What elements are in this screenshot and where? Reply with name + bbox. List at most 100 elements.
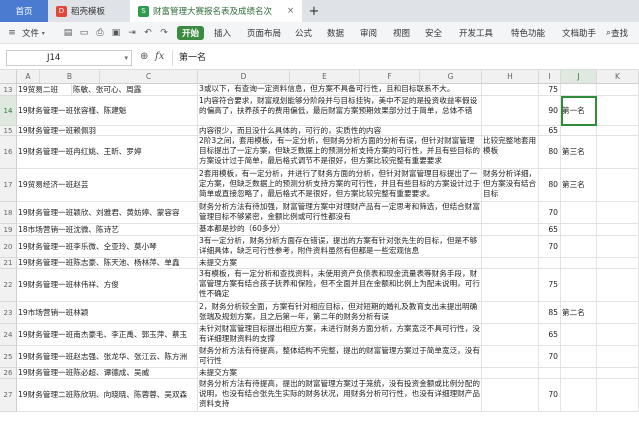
- score-cell[interactable]: 70: [539, 346, 561, 368]
- menu-doc-assist[interactable]: 文档助手: [562, 22, 596, 44]
- empty-cell[interactable]: [597, 379, 639, 412]
- menu-review[interactable]: 审阅: [360, 22, 377, 44]
- preview-icon[interactable]: ▣: [110, 27, 122, 39]
- menu-data[interactable]: 数据: [327, 22, 344, 44]
- column-header-g[interactable]: G: [420, 70, 482, 84]
- function-icon[interactable]: fx: [155, 51, 164, 62]
- row-header[interactable]: 14: [0, 96, 17, 126]
- column-header-k[interactable]: K: [597, 70, 639, 84]
- note-cell[interactable]: [482, 379, 539, 412]
- score-cell[interactable]: 75: [539, 269, 561, 302]
- empty-cell[interactable]: [597, 136, 639, 169]
- row-header[interactable]: 24: [0, 324, 17, 346]
- score-cell[interactable]: 75: [539, 84, 561, 96]
- team-cell[interactable]: 19财务管理一班冉红姚、王昕、罗婷: [17, 136, 198, 169]
- rank-cell[interactable]: [561, 258, 597, 269]
- note-cell[interactable]: 比较完整地套用模板: [482, 136, 539, 169]
- menu-view[interactable]: 视图: [393, 22, 410, 44]
- column-header-i[interactable]: I: [539, 70, 561, 84]
- menu-formula[interactable]: 公式: [295, 22, 312, 44]
- team-cell[interactable]: 19财务管理一班赵志强、张龙华、张江云、陈方洲: [17, 346, 198, 368]
- team-cell[interactable]: 19财务管理一班南杰豪毛、李正禹、郭玉萍、蔡玉: [17, 324, 198, 346]
- comment-cell[interactable]: 未针对财富管理目标提出相应方案，未进行财务方面分析，方案宽泛不具可行性，没有详细…: [198, 324, 482, 346]
- folder-icon[interactable]: ▭: [78, 27, 90, 39]
- row-header[interactable]: 15: [0, 126, 17, 136]
- rank-cell[interactable]: 第三名: [561, 169, 597, 202]
- note-cell[interactable]: [482, 368, 539, 379]
- column-header-e[interactable]: E: [290, 70, 360, 84]
- rank-cell[interactable]: [561, 126, 597, 136]
- empty-cell[interactable]: [597, 269, 639, 302]
- rank-cell[interactable]: [561, 224, 597, 236]
- note-cell[interactable]: [482, 302, 539, 324]
- export-icon[interactable]: ⇥: [126, 27, 138, 39]
- new-tab-button[interactable]: +: [306, 0, 322, 22]
- team-cell[interactable]: 19财务管理一班李乐微、仝亚玲、莫小琴: [17, 236, 198, 258]
- rank-cell[interactable]: [561, 84, 597, 96]
- comment-cell[interactable]: 2，财务分析较全面，方案有针对相应目标，但对短期的婚礼及教育支出未提出明确张瑞及…: [198, 302, 482, 324]
- empty-cell[interactable]: [597, 96, 639, 126]
- note-cell[interactable]: [482, 346, 539, 368]
- note-cell[interactable]: [482, 258, 539, 269]
- note-cell[interactable]: [482, 269, 539, 302]
- score-cell[interactable]: 70: [539, 379, 561, 412]
- empty-cell[interactable]: [597, 324, 639, 346]
- spreadsheet-grid[interactable]: A B C D E F G H I J K 13 19贸易二班 陈敏、张可心、周露 3或以下，有查询一定资料…: [0, 70, 639, 435]
- rank-cell[interactable]: 第二名: [561, 302, 597, 324]
- menu-developer[interactable]: 开发工具: [459, 22, 493, 44]
- empty-cell[interactable]: [597, 346, 639, 368]
- menu-start[interactable]: 开始: [177, 26, 205, 40]
- row-header[interactable]: 25: [0, 346, 17, 368]
- tab-document[interactable]: S 财富管理大赛报名表及成绩名次 ×: [130, 0, 302, 22]
- score-cell[interactable]: [539, 258, 561, 269]
- score-cell[interactable]: 85: [539, 302, 561, 324]
- team-cell[interactable]: 19财务管理一班张容槿、陈建魁: [17, 96, 198, 126]
- row-header[interactable]: 18: [0, 202, 17, 224]
- comment-cell[interactable]: 3有模板，有一定分析和查找资料，未使用资产负债表和现金流量表等财务手段，财富管理…: [198, 269, 482, 302]
- team-cell[interactable]: 19财务管理一班陈志豪、陈天池、杨林萍、单鑫: [17, 258, 198, 269]
- column-header-a[interactable]: A: [17, 70, 40, 84]
- empty-cell[interactable]: [597, 258, 639, 269]
- comment-cell[interactable]: 财务分析方法有待提高，提出的财富管理方案过于笼统，没有投资金额或比例分配的说明，…: [198, 379, 482, 412]
- hamburger-icon[interactable]: ≡: [6, 27, 18, 39]
- comment-cell[interactable]: 3或以下，有查询一定资料信息，但方案不具备可行性，且和目标联系不大。: [198, 84, 482, 96]
- rank-cell[interactable]: [561, 379, 597, 412]
- comment-cell[interactable]: 财务分析方法有待提高，整体结构不完整，提出的财富管理方案过于简单宽泛，没有可行性: [198, 346, 482, 368]
- empty-cell[interactable]: [597, 236, 639, 258]
- comment-cell[interactable]: 2套用模板，有一定分析，并进行了财务方面的分析，但针对财富管理目标提出了一定方案…: [198, 169, 482, 202]
- column-header-b[interactable]: B: [40, 70, 100, 84]
- row-header[interactable]: 21: [0, 258, 17, 269]
- row-header[interactable]: 19: [0, 224, 17, 236]
- team-cell[interactable]: 19财务管理一班赖佩羽: [17, 126, 198, 136]
- row-header[interactable]: 17: [0, 169, 17, 202]
- tab-template[interactable]: D 稻壳模板: [48, 0, 128, 22]
- members-cell[interactable]: 陈敏、张可心、周露: [72, 84, 198, 96]
- score-cell[interactable]: 65: [539, 224, 561, 236]
- redo-icon[interactable]: ↷: [158, 27, 170, 39]
- empty-cell[interactable]: [597, 126, 639, 136]
- rank-cell[interactable]: 第一名: [561, 96, 597, 126]
- column-header-d[interactable]: D: [198, 70, 290, 84]
- note-cell[interactable]: 财务分析详细，但方案没有结合目标: [482, 169, 539, 202]
- score-cell[interactable]: [539, 368, 561, 379]
- team-cell[interactable]: 19财务管理一班陈必超、谭德成、吴威: [17, 368, 198, 379]
- menu-file[interactable]: 文件 ▾: [22, 22, 45, 44]
- tab-home[interactable]: 首页: [0, 0, 48, 22]
- row-header[interactable]: 27: [0, 379, 17, 412]
- rank-cell[interactable]: [561, 368, 597, 379]
- comment-cell[interactable]: 1内容符合要求，财富规划能够分阶段并与目标挂钩，美中不足的是投资收益率假设的偏高…: [198, 96, 482, 126]
- comment-cell[interactable]: 3有一定分析，财务分析方面存在错误，提出的方案有针对张先生的目标，但是不够详细具…: [198, 236, 482, 258]
- team-cell[interactable]: 18市场营销一班沈微、陈诗艺: [17, 224, 198, 236]
- comment-cell[interactable]: 未提交方案: [198, 368, 482, 379]
- team-cell[interactable]: 19贸易二班: [17, 84, 72, 96]
- menu-special[interactable]: 特色功能: [511, 22, 545, 44]
- empty-cell[interactable]: [597, 302, 639, 324]
- comment-cell[interactable]: 基本都是抄的（60多分）: [198, 224, 482, 236]
- score-cell[interactable]: 90: [539, 96, 561, 126]
- column-header-j[interactable]: J: [561, 70, 597, 84]
- undo-icon[interactable]: ↶: [142, 27, 154, 39]
- comment-cell[interactable]: 2阶3之间，套用模板，有一定分析，但财务分析方面的分析有误，但针对财富管理目标提…: [198, 136, 482, 169]
- team-cell[interactable]: 19市场营销一班林颖: [17, 302, 198, 324]
- rank-cell[interactable]: [561, 324, 597, 346]
- close-tab-icon[interactable]: ×: [287, 6, 294, 16]
